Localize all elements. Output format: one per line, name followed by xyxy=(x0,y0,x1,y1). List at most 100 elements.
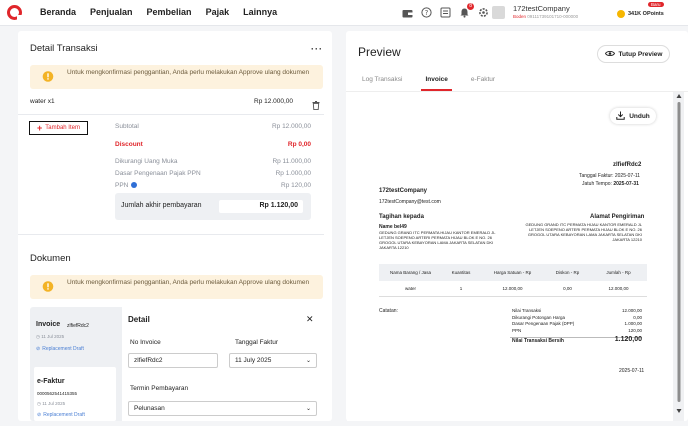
doc-alamat-label: Alamat Pengiriman xyxy=(590,214,645,220)
nav-lainnya[interactable]: Lainnya xyxy=(243,7,277,17)
company-building-icon[interactable] xyxy=(492,6,505,19)
invoice-doc-code: zlfiefRdc2 xyxy=(67,323,89,329)
company-role: Boden xyxy=(513,14,527,19)
more-options-icon[interactable]: ··· xyxy=(311,44,323,54)
total-value: Rp 1.120,00 xyxy=(219,200,303,213)
no-invoice-label: No Invoice xyxy=(130,339,161,346)
warning-icon xyxy=(42,281,54,292)
table-header: Nama Barang / Jasa Kuantitas Harga Satua… xyxy=(379,264,647,281)
company-switcher[interactable]: 172testCompany Boden 09111739101710-0000… xyxy=(513,4,578,19)
doc-catatan-label: Catatan: xyxy=(379,308,398,314)
plus-icon: + xyxy=(37,123,43,133)
termin-select[interactable]: Pelunasan ⌄ xyxy=(128,401,317,416)
company-meta: Boden 09111739101710-000000 xyxy=(513,14,578,19)
doc-items-table: Nama Barang / Jasa Kuantitas Harga Satua… xyxy=(379,264,647,297)
download-icon xyxy=(616,111,625,122)
nav-penjualan[interactable]: Penjualan xyxy=(90,7,133,17)
divider xyxy=(18,234,324,235)
alert-text: Untuk mengkonfirmasi penggantian, Anda p… xyxy=(67,279,310,286)
add-item-button[interactable]: + Tambah Item xyxy=(29,121,88,135)
svg-text:?: ? xyxy=(425,9,429,17)
cell: 12.000,00 xyxy=(502,286,523,291)
summary-label: Dikurangi Uang Muka xyxy=(115,158,178,165)
document-list-icon[interactable] xyxy=(439,6,452,19)
doc-footer-date: 2025-07-11 xyxy=(619,368,645,374)
tab-invoice[interactable]: Invoice xyxy=(421,76,453,91)
company-id: 09111739101710-000000 xyxy=(527,14,579,19)
alert-text: Untuk mengkonfirmasi penggantian, Anda p… xyxy=(67,69,310,76)
doc-total-value: 12.000,00 xyxy=(621,308,642,313)
nav-beranda[interactable]: Beranda xyxy=(40,7,76,17)
preview-tabs: Log Transaksi Invoice e-Faktur xyxy=(362,76,495,91)
doc-tanggal-faktur: Tanggal Faktur: 2025-07-11 xyxy=(579,173,641,179)
trash-icon[interactable] xyxy=(312,97,320,115)
chevron-down-icon: ⌄ xyxy=(305,406,311,412)
table-row: water 1 12.000,00 0,00 12.000,00 xyxy=(379,281,647,297)
tab-e-faktur[interactable]: e-Faktur xyxy=(471,76,495,83)
item-price: Rp 12.000,00 xyxy=(254,98,294,105)
close-icon[interactable]: ✕ xyxy=(306,314,314,325)
replacement-draft-tag: ⊘ Replacement Draft xyxy=(37,412,85,418)
notification-badge: 8 xyxy=(467,3,474,10)
summary-value: Rp 12.000,00 xyxy=(271,123,311,130)
tanggal-faktur-value: 11 July 2025 xyxy=(235,357,272,364)
doc-invoice-number: zlfiefRdc2 xyxy=(613,162,642,168)
nav-pembelian[interactable]: Pembelian xyxy=(147,7,192,17)
summary-label: Dasar Pengenaan Pajak PPN xyxy=(115,170,201,177)
company-name: 172testCompany xyxy=(513,4,570,13)
check-circle-icon: ⊘ xyxy=(36,346,41,352)
add-item-label: Tambah Item xyxy=(45,125,80,131)
download-label: Unduh xyxy=(629,112,650,120)
tanggal-faktur-label: Tanggal Faktur xyxy=(235,339,278,346)
doc-total-value: 1.000,00 xyxy=(624,321,642,326)
replacement-text: Replacement Draft xyxy=(43,412,85,418)
cell: 0,00 xyxy=(563,286,572,291)
summary-label: PPN xyxy=(115,182,138,189)
efaktur-doc-item[interactable]: e-Faktur 0000562541415355 ◷ 11 Jul 2025 … xyxy=(34,367,116,421)
doc-total-value: 0,00 xyxy=(633,314,642,320)
col-header: Jumlah - Rp xyxy=(606,270,631,275)
total-payment-box: Jumlah akhir pembayaran Rp 1.120,00 xyxy=(115,193,311,220)
cell: 12.000,00 xyxy=(608,286,629,291)
download-button[interactable]: Unduh xyxy=(610,108,656,124)
tab-log-transaksi[interactable]: Log Transaksi xyxy=(362,76,402,83)
new-badge: Baru xyxy=(648,2,664,7)
coin-icon xyxy=(617,10,625,18)
wallet-icon[interactable] xyxy=(401,6,414,19)
doc-total-label: Dikurangi Potongan Harga xyxy=(512,314,566,320)
transaction-detail-card: Detail Transaksi ··· Untuk mengkonfirmas… xyxy=(18,31,332,421)
preview-title: Preview xyxy=(358,45,401,59)
invoice-preview-area: Unduh zlfiefRdc2 Tanggal Faktur: 2025-07… xyxy=(347,92,684,421)
approve-warning-alert: Untuk mengkonfirmasi penggantian, Anda p… xyxy=(30,65,323,89)
no-invoice-field[interactable]: zlfiefRdc2 xyxy=(128,353,218,368)
main-nav: Beranda Penjualan Pembelian Pajak Lainny… xyxy=(40,7,277,17)
replacement-text: Replacement Draft xyxy=(42,346,84,352)
col-header: Diskon - Rp xyxy=(555,270,580,275)
info-icon[interactable] xyxy=(131,182,138,189)
gear-icon[interactable] xyxy=(477,6,490,19)
termin-value: Pelunasan xyxy=(134,405,165,412)
tanggal-faktur-select[interactable]: 11 July 2025 ⌄ xyxy=(229,353,317,368)
invoice-doc-item[interactable]: Invoice zlfiefRdc2 ◷ 11 Jul 2025 ⊘ Replac… xyxy=(34,314,116,358)
bell-icon[interactable]: 8 xyxy=(458,3,474,19)
close-preview-button[interactable]: Tutup Preview xyxy=(597,45,670,63)
opoints-value: 341K OPoints xyxy=(628,11,664,17)
efaktur-doc-label: e-Faktur xyxy=(37,378,65,385)
efaktur-doc-date: ◷ 11 Jul 2025 xyxy=(37,401,66,406)
efaktur-doc-number: 0000562541415355 xyxy=(37,391,78,396)
preview-scrollbar[interactable] xyxy=(675,92,683,421)
warning-icon xyxy=(42,71,54,82)
summary-value: Rp 11.000,00 xyxy=(272,158,311,165)
doc-total-label: PPN xyxy=(512,327,522,333)
doc-jatuh-tempo: Jatuh Tempo: 2025-07-31 xyxy=(582,181,639,187)
doc-ship-address: GEDUNG GRAND ITC PERMATA HIJAU KANTOR EM… xyxy=(525,222,642,242)
app-logo[interactable] xyxy=(7,5,23,21)
item-name: water x1 xyxy=(30,98,55,105)
invoice-doc-date: ◷ 11 Jul 2025 xyxy=(36,334,65,339)
chevron-down-icon: ⌄ xyxy=(305,358,311,364)
opoints-balance[interactable]: 341K OPoints xyxy=(617,10,664,18)
nav-pajak[interactable]: Pajak xyxy=(206,7,230,17)
doc-total-label: Nilai Transaksi xyxy=(512,308,542,313)
help-icon[interactable]: ? xyxy=(420,6,433,19)
doc-total-label: Dasar Pengenaan Pajak (DPP) xyxy=(512,321,575,326)
